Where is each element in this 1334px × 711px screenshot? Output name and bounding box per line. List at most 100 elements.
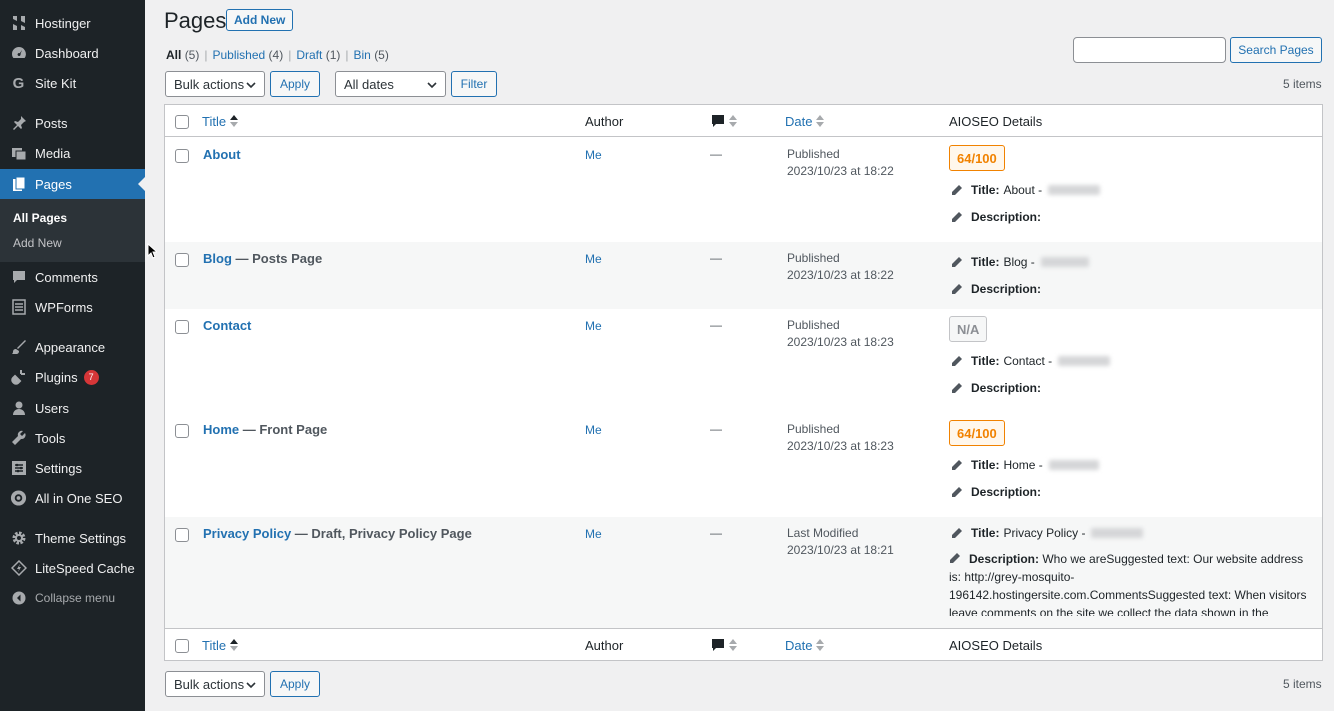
- page-title-text[interactable]: Blog: [203, 251, 232, 266]
- author-link[interactable]: Me: [585, 527, 602, 541]
- sidebar-item-users[interactable]: Users: [0, 393, 145, 423]
- column-date[interactable]: Date: [785, 638, 825, 653]
- page-title-link[interactable]: About: [203, 147, 241, 162]
- row-checkbox[interactable]: [175, 424, 189, 438]
- date-value: 2023/10/23 at 18:23: [787, 439, 894, 453]
- select-all-checkbox[interactable]: [175, 115, 189, 129]
- seo-title-value: Home -: [1003, 458, 1043, 472]
- column-title-label[interactable]: Title: [202, 114, 226, 129]
- comment-count: —: [710, 318, 722, 332]
- column-comments[interactable]: [711, 638, 737, 653]
- search-pages-button[interactable]: Search Pages: [1230, 37, 1322, 63]
- page-title-text[interactable]: About: [203, 147, 241, 162]
- seo-score-badge[interactable]: N/A: [949, 316, 988, 342]
- sidebar-item-wpforms[interactable]: WPForms: [0, 292, 145, 322]
- column-aioseo: AIOSEO Details: [949, 114, 1043, 129]
- row-checkbox[interactable]: [175, 253, 189, 267]
- sidebar-item-hostinger[interactable]: Hostinger: [0, 8, 145, 38]
- seo-description-label: Description:: [971, 210, 1042, 224]
- date-value: 2023/10/23 at 18:23: [787, 335, 894, 349]
- seo-score-badge[interactable]: 64/100: [949, 145, 1005, 171]
- page-title-link[interactable]: Home — Front Page: [203, 422, 327, 437]
- seo-title-line[interactable]: Title: Contact -: [951, 354, 1111, 368]
- column-title[interactable]: Title: [202, 114, 239, 129]
- seo-description-line[interactable]: Description:: [951, 282, 1045, 296]
- seo-title-line[interactable]: Title: Privacy Policy -: [951, 526, 1144, 540]
- pencil-icon: [952, 528, 962, 538]
- items-count-bottom: 5 items: [1283, 677, 1322, 691]
- page-title-text[interactable]: Home: [203, 422, 239, 437]
- add-new-page-button[interactable]: Add New: [226, 9, 294, 31]
- table-row: Blog — Posts Page Me — Published 2023/10/…: [165, 242, 1322, 309]
- page-title-link[interactable]: Privacy Policy — Draft, Privacy Policy P…: [203, 526, 472, 541]
- filter-published-count: (4): [268, 48, 284, 62]
- pages-table: Title Author Date AIOSEO Details About M…: [164, 104, 1323, 661]
- page-title-text[interactable]: Privacy Policy: [203, 526, 291, 541]
- bulk-actions-select[interactable]: Bulk actions: [165, 71, 265, 97]
- seo-title-line[interactable]: Title: About -: [951, 183, 1101, 197]
- sidebar-item-site-kit[interactable]: G Site Kit: [0, 68, 145, 98]
- sidebar-item-tools[interactable]: Tools: [0, 423, 145, 453]
- seo-title-line[interactable]: Title: Home -: [951, 458, 1099, 472]
- bulk-actions-select-bottom[interactable]: Bulk actions: [165, 671, 265, 697]
- redacted-text: [1058, 356, 1111, 366]
- chevron-down-icon: [246, 82, 256, 89]
- apply-button-bottom[interactable]: Apply: [270, 671, 320, 697]
- page-title-link[interactable]: Contact: [203, 318, 251, 333]
- seo-score-badge[interactable]: 64/100: [949, 420, 1005, 446]
- filter-button[interactable]: Filter: [451, 71, 497, 97]
- author-link[interactable]: Me: [585, 252, 602, 266]
- sidebar-item-pages[interactable]: Pages: [0, 169, 145, 199]
- page-title-link[interactable]: Blog — Posts Page: [203, 251, 322, 266]
- author-link[interactable]: Me: [585, 319, 602, 333]
- seo-title-line[interactable]: Title: Blog -: [951, 255, 1089, 269]
- sidebar-item-settings[interactable]: Settings: [0, 453, 145, 483]
- seo-description-line[interactable]: Description: Who we areSuggested text: O…: [949, 550, 1314, 616]
- column-date-label[interactable]: Date: [785, 638, 812, 653]
- row-checkbox[interactable]: [175, 149, 189, 163]
- seo-description-line[interactable]: Description:: [951, 210, 1045, 224]
- sidebar-item-label: Comments: [35, 269, 98, 285]
- pencil-icon: [952, 257, 962, 267]
- submenu-add-new[interactable]: Add New: [13, 236, 62, 250]
- filter-published[interactable]: Published: [212, 48, 265, 62]
- filter-draft[interactable]: Draft: [296, 48, 322, 62]
- page-title-text[interactable]: Contact: [203, 318, 251, 333]
- table-header: Title Author Date AIOSEO Details: [165, 105, 1322, 137]
- author-link[interactable]: Me: [585, 423, 602, 437]
- seo-description-line[interactable]: Description:: [951, 381, 1045, 395]
- sidebar-item-label: Pages: [35, 176, 72, 192]
- sidebar-item-posts[interactable]: Posts: [0, 108, 145, 138]
- row-checkbox[interactable]: [175, 528, 189, 542]
- column-comments[interactable]: [711, 114, 737, 129]
- author-link[interactable]: Me: [585, 148, 602, 162]
- brush-icon: [10, 339, 27, 356]
- sidebar-item-dashboard[interactable]: Dashboard: [0, 38, 145, 68]
- column-title-label[interactable]: Title: [202, 638, 226, 653]
- apply-button[interactable]: Apply: [270, 71, 320, 97]
- sidebar-item-comments[interactable]: Comments: [0, 262, 145, 292]
- date-filter-select[interactable]: All dates: [335, 71, 446, 97]
- collapse-menu-button[interactable]: Collapse menu: [0, 583, 145, 613]
- column-date[interactable]: Date: [785, 114, 825, 129]
- select-all-checkbox[interactable]: [175, 639, 189, 653]
- row-checkbox[interactable]: [175, 320, 189, 334]
- sidebar-item-theme-settings[interactable]: Theme Settings: [0, 523, 145, 553]
- sidebar-item-plugins[interactable]: Plugins 7: [0, 362, 145, 392]
- sidebar-item-media[interactable]: Media: [0, 138, 145, 168]
- sidebar-item-aioseo[interactable]: All in One SEO: [0, 483, 145, 513]
- column-title[interactable]: Title: [202, 638, 239, 653]
- filter-separator: |: [345, 48, 349, 62]
- sidebar-item-appearance[interactable]: Appearance: [0, 332, 145, 362]
- filter-all[interactable]: All: [166, 48, 181, 62]
- filter-bin-count: (5): [374, 48, 389, 62]
- filter-bin[interactable]: Bin: [354, 48, 371, 62]
- comment-count: —: [710, 422, 722, 436]
- date-cell: Published 2023/10/23 at 18:23: [787, 317, 894, 351]
- comment-count: —: [710, 147, 722, 161]
- sidebar-item-litespeed[interactable]: LiteSpeed Cache: [0, 553, 145, 583]
- search-pages-input[interactable]: [1073, 37, 1226, 63]
- seo-description-line[interactable]: Description:: [951, 485, 1045, 499]
- submenu-all-pages[interactable]: All Pages: [13, 211, 67, 225]
- column-date-label[interactable]: Date: [785, 114, 812, 129]
